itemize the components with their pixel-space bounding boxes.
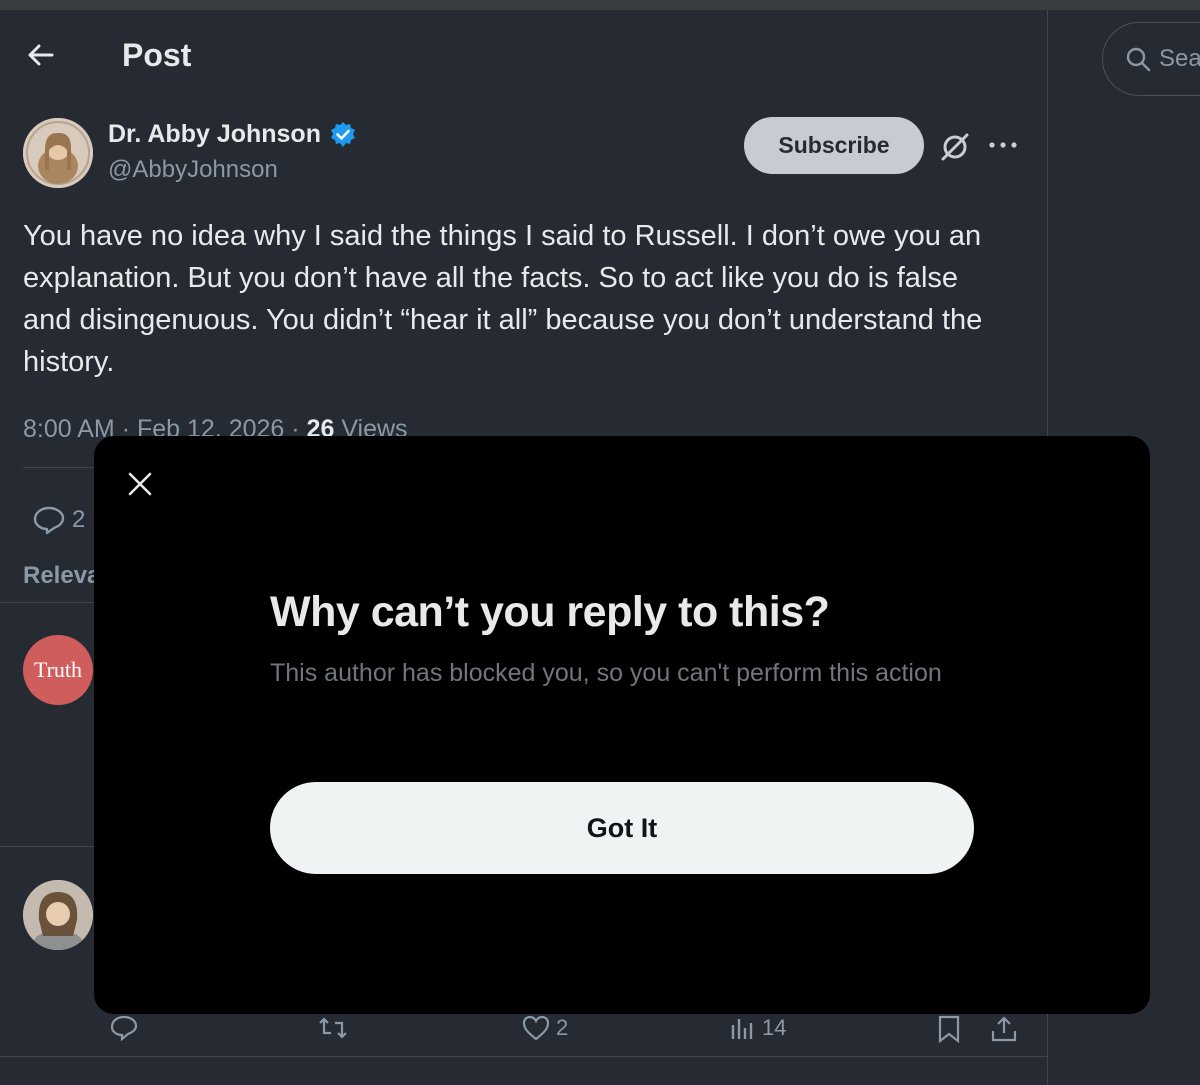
post-time[interactable]: 8:00 AM [23,415,115,443]
post-header: Post [0,10,1048,100]
reply-avatar-truth[interactable]: Truth [23,635,93,705]
grok-icon [941,133,969,161]
repost-icon [319,1017,347,1039]
subscribe-button[interactable]: Subscribe [744,117,924,174]
search-input[interactable]: Sea [1102,22,1200,96]
search-placeholder: Sea [1159,45,1200,72]
heart-icon [522,1015,550,1041]
author-handle[interactable]: @AbbyJohnson [108,156,278,184]
reply-count: 2 [72,506,86,533]
got-it-button[interactable]: Got It [270,782,974,874]
search-icon [1126,47,1151,72]
window-top-bar [0,0,1200,10]
views-action[interactable]: 14 [730,1015,786,1041]
author-name[interactable]: Dr. Abby Johnson [108,120,321,149]
repost-action[interactable] [318,1015,348,1041]
like-count: 2 [556,1015,569,1040]
views-count-reply: 14 [762,1015,787,1040]
arrow-left-icon [28,44,54,66]
analytics-icon [731,1019,753,1039]
reply-stat-button[interactable]: 2 [32,505,85,535]
page-title: Post [122,37,192,73]
author-name-row: Dr. Abby Johnson [108,120,357,149]
more-dots-icon [989,142,1017,148]
replies-sort-label[interactable]: Releva [23,562,100,590]
modal-body: This author has blocked you, so you can'… [270,659,942,687]
like-action[interactable]: 2 [522,1015,568,1041]
reply-action-bar: 2 14 [0,1015,1048,1055]
avatar-photo [23,880,93,950]
more-options-button[interactable] [988,133,1018,157]
reply-avatar[interactable] [23,880,93,950]
divider [0,1056,1048,1057]
reply-restriction-modal: Why can’t you reply to this? This author… [94,436,1150,1014]
bookmark-icon [938,1015,960,1043]
share-action[interactable] [990,1015,1018,1043]
modal-title: Why can’t you reply to this? [270,588,830,636]
reply-bubble-icon [33,506,65,535]
reply-icon [110,1015,138,1041]
close-button[interactable] [124,468,156,500]
avatar-photo [23,118,93,188]
share-icon [991,1016,1017,1042]
back-button[interactable] [24,38,58,72]
post-text: You have no idea why I said the things I… [23,220,983,378]
bookmark-action[interactable] [936,1015,962,1043]
close-icon [128,472,152,496]
verified-badge-icon [330,121,355,147]
truth-logo-text: Truth [33,657,83,682]
author-avatar[interactable] [23,118,93,188]
grok-button[interactable] [938,130,972,164]
reply-action[interactable] [110,1015,138,1041]
